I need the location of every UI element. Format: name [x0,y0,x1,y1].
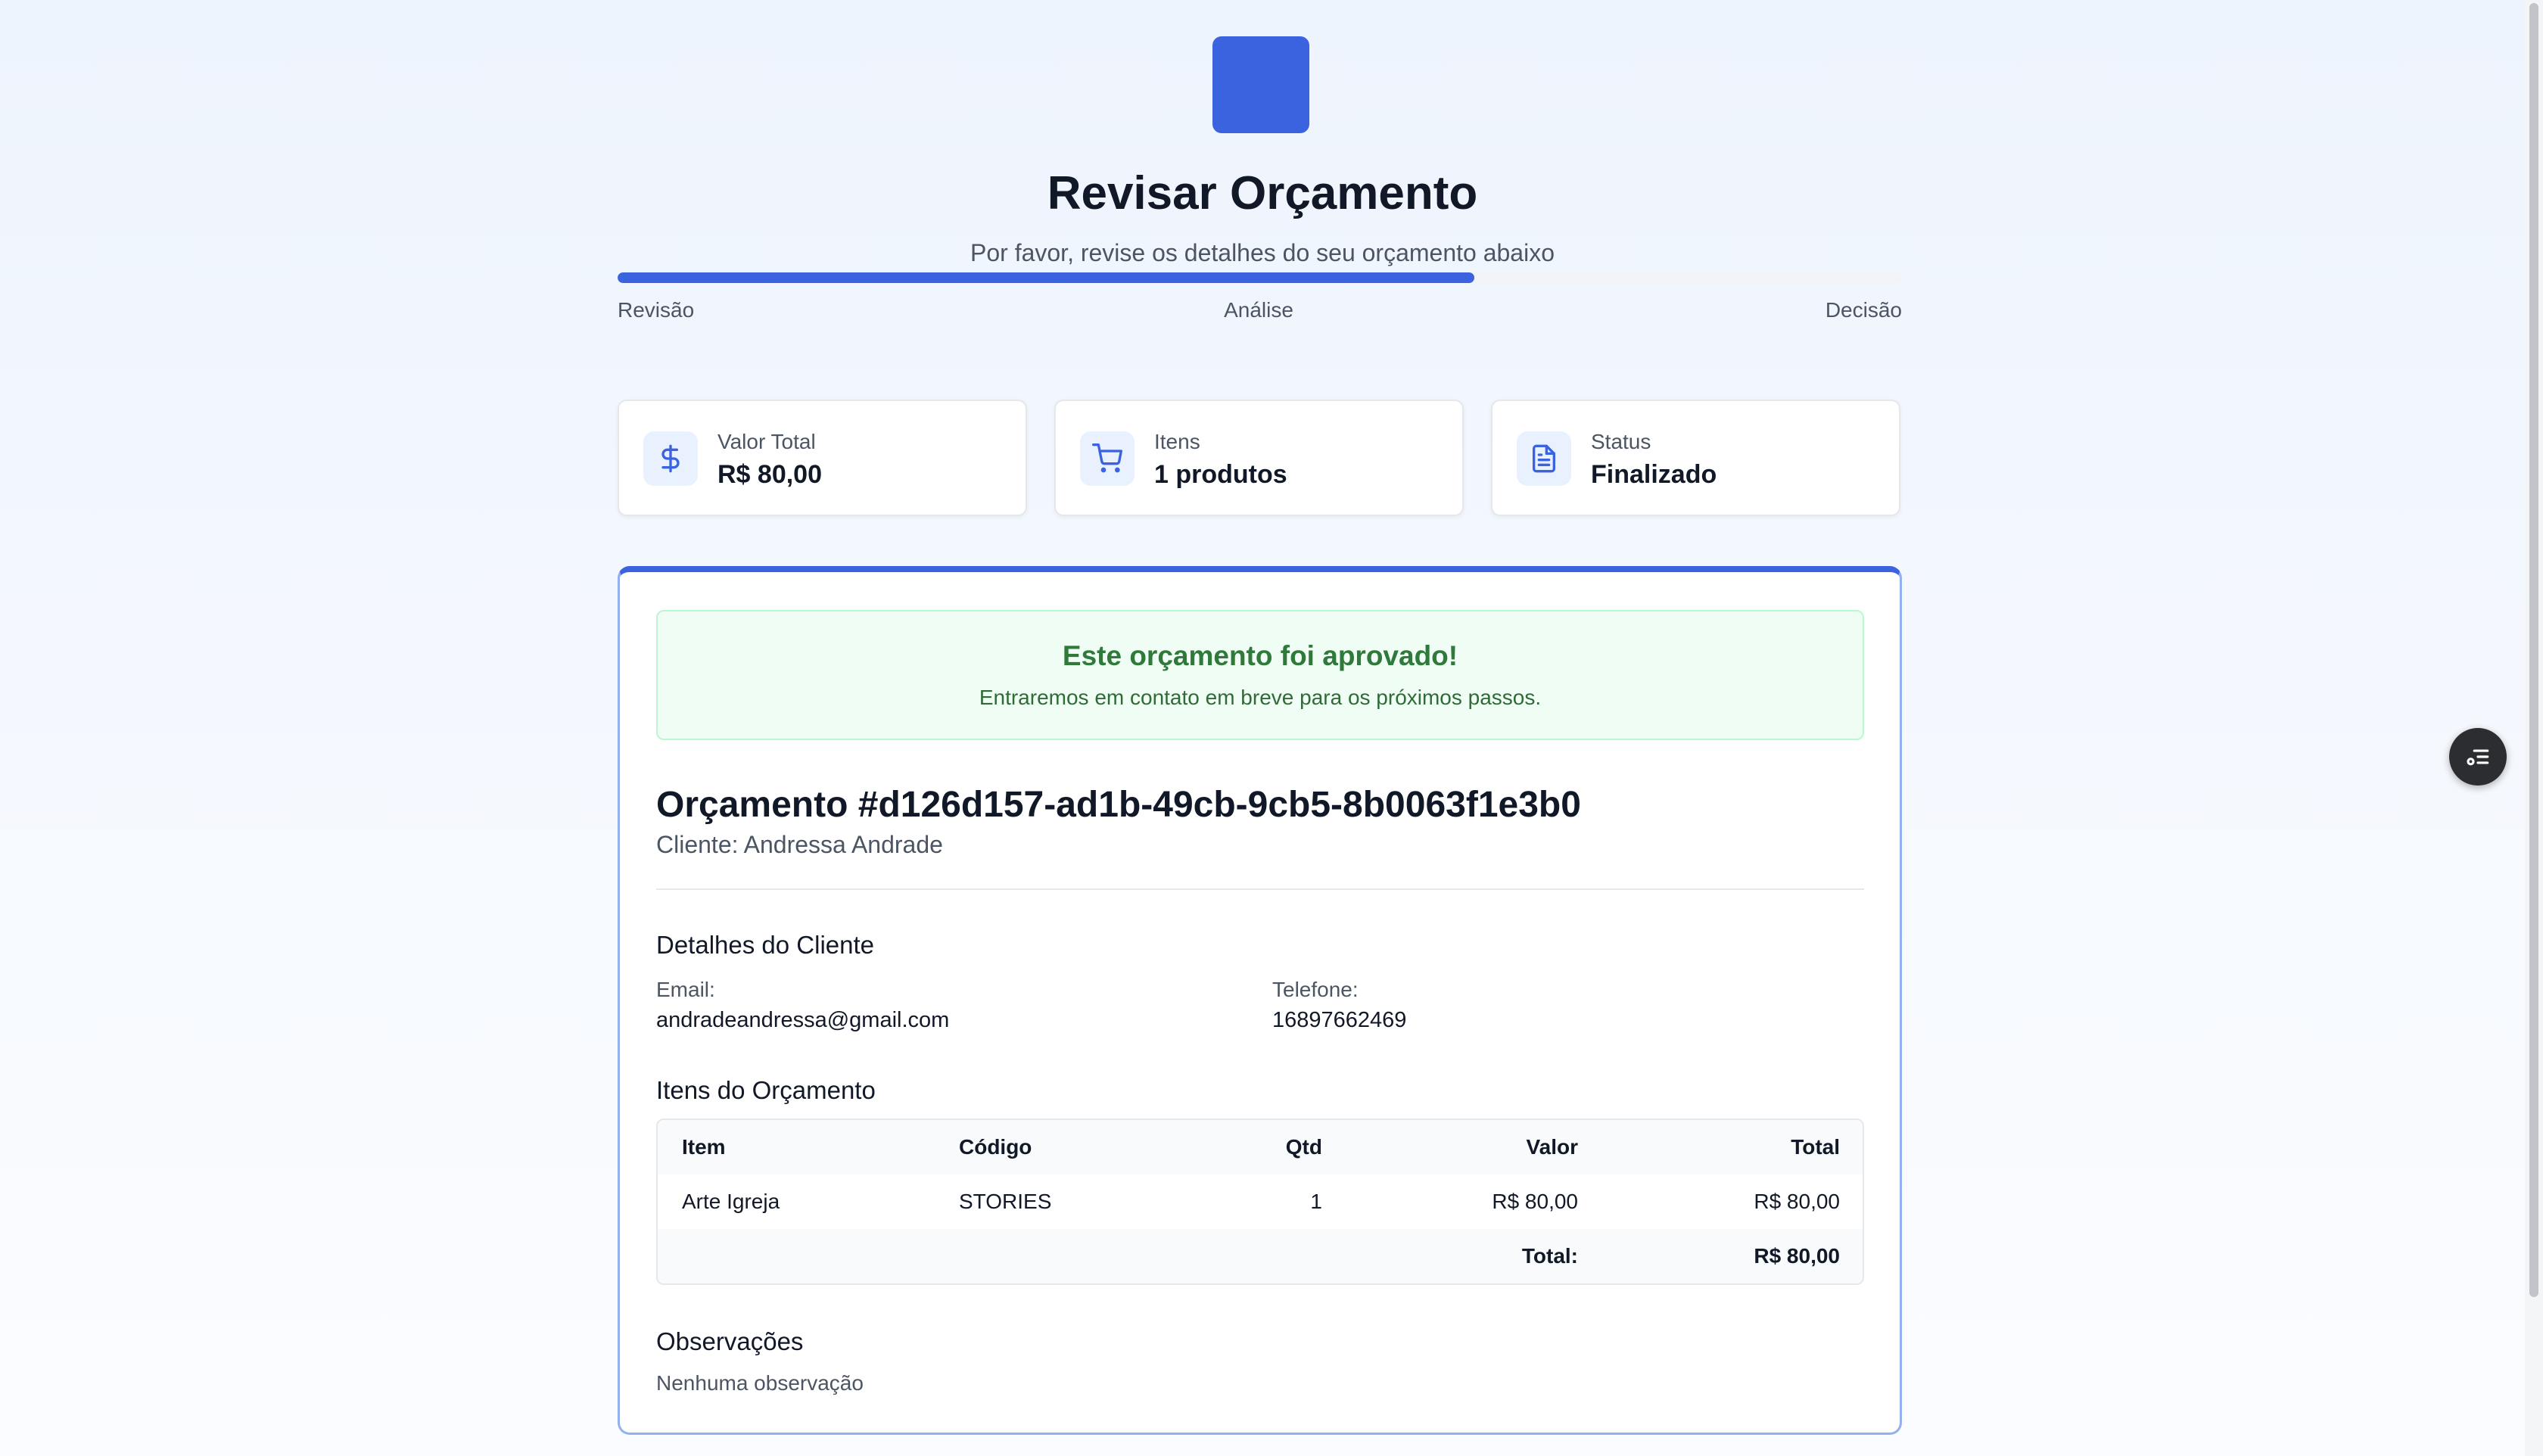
summary-card-total: Valor Total R$ 80,00 [618,400,1027,516]
summary-card-status: Status Finalizado [1491,400,1900,516]
scrollbar[interactable] [2525,0,2543,1456]
page-subtitle: Por favor, revise os detalhes do seu orç… [970,239,1555,266]
alert-text: Entraremos em contato em breve para os p… [979,686,1542,709]
summary-total-label: Valor Total [717,430,816,453]
table-row: Arte Igreja STORIES 1 R$ 80,00 R$ 80,00 [658,1174,1863,1229]
approval-alert: Este orçamento foi aprovado! Entraremos … [656,610,1864,740]
col-code: Código [959,1135,1032,1159]
summary-status-value: Finalizado [1591,460,1717,489]
table-total-row: Total: R$ 80,00 [658,1229,1863,1283]
summary-status-label: Status [1591,430,1651,453]
email-value: andradeandressa@gmail.com [656,1008,950,1032]
cart-icon [1080,431,1135,486]
step-analysis: Análise [1224,298,1293,322]
client-details-heading: Detalhes do Cliente [656,931,875,959]
checklist-icon [2467,749,2489,766]
step-decision: Decisão [1825,298,1902,322]
col-value: Valor [1526,1135,1578,1159]
document-icon [1517,431,1571,486]
summary-items-value: 1 produtos [1154,460,1287,489]
logo [1212,36,1309,133]
scrollbar-thumb[interactable] [2529,3,2538,1297]
col-total: Total [1791,1135,1840,1159]
cell-item: Arte Igreja [682,1190,780,1213]
quote-client: Cliente: Andressa Andrade [656,831,943,858]
email-label: Email: [656,978,715,1001]
items-heading: Itens do Orçamento [656,1076,876,1104]
divider [656,888,1864,890]
checklist-fab-button[interactable] [2449,728,2507,786]
items-table: Item Código Qtd Valor Total Arte Igreja … [656,1118,1864,1285]
col-item: Item [682,1135,726,1159]
summary-total-value: R$ 80,00 [717,460,822,489]
summary-card-items: Itens 1 produtos [1054,400,1464,516]
cell-total: R$ 80,00 [1754,1190,1840,1213]
cell-value: R$ 80,00 [1492,1190,1578,1213]
quote-title: Orçamento #d126d157-ad1b-49cb-9cb5-8b006… [656,785,1581,825]
page: Revisar Orçamento Por favor, revise os d… [0,0,2525,1456]
notes-text: Nenhuma observação [656,1371,864,1395]
cell-code: STORIES [959,1190,1052,1213]
total-value: R$ 80,00 [1754,1244,1840,1268]
table-header: Item Código Qtd Valor Total [658,1120,1863,1174]
quote-panel: Este orçamento foi aprovado! Entraremos … [618,566,1902,1435]
total-label: Total: [1521,1244,1578,1268]
cell-qty: 1 [1310,1190,1322,1213]
progress-bar [618,272,1902,283]
phone-value: 16897662469 [1272,1008,1407,1032]
alert-title: Este orçamento foi aprovado! [1062,640,1458,671]
progress-fill [618,272,1474,283]
notes-heading: Observações [656,1327,804,1355]
phone-label: Telefone: [1272,978,1359,1001]
summary-items-label: Itens [1154,430,1200,453]
dollar-icon [643,431,698,486]
page-title: Revisar Orçamento [1047,167,1478,219]
col-qty: Qtd [1285,1135,1322,1159]
